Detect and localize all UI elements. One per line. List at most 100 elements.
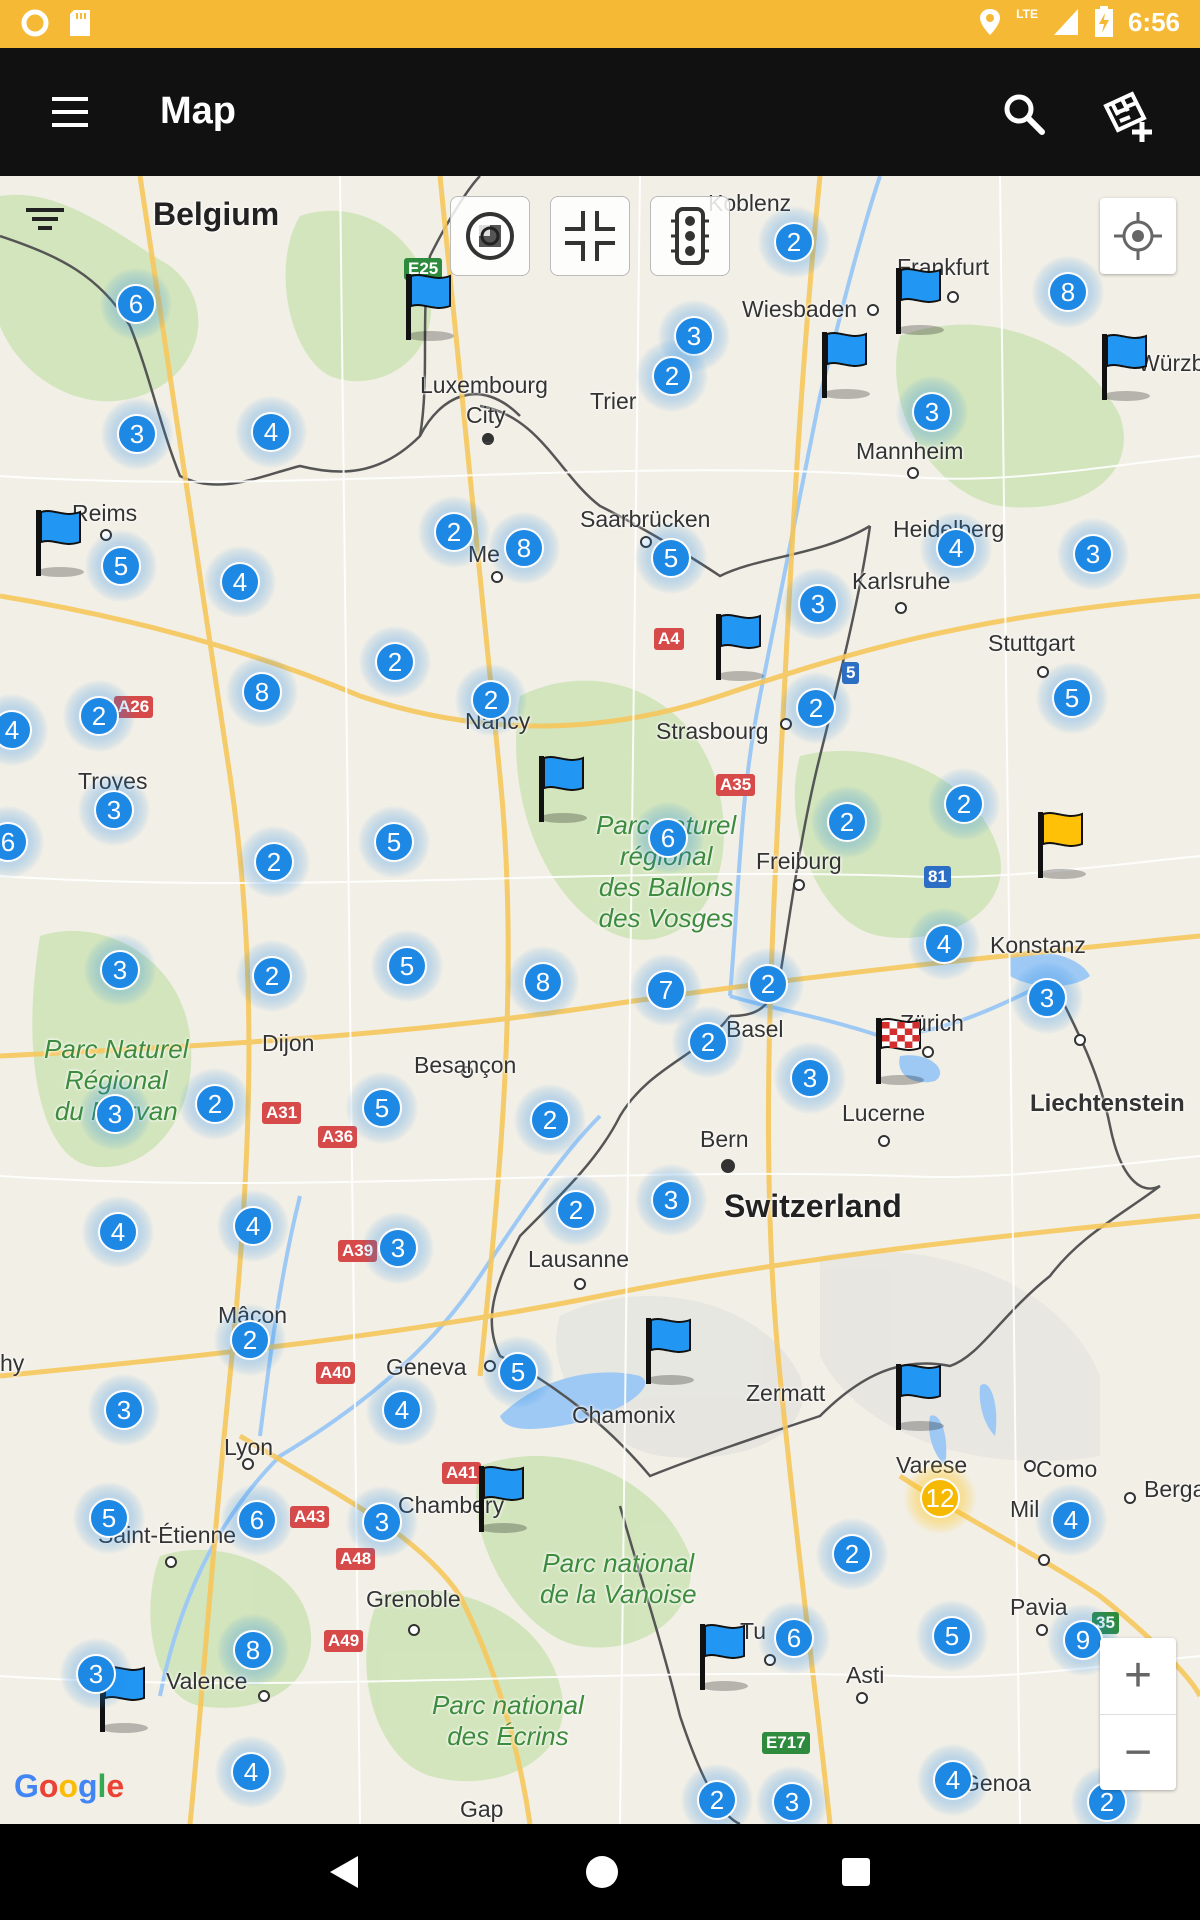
back-icon[interactable]: [326, 1852, 362, 1892]
flag-marker-icon[interactable]: [1032, 808, 1092, 882]
cluster-marker[interactable]: 5: [346, 1072, 418, 1144]
cluster-marker[interactable]: 6: [221, 1484, 293, 1556]
cluster-marker[interactable]: 2: [928, 768, 1000, 840]
cluster-marker[interactable]: 2: [359, 626, 431, 698]
cluster-count: 2: [697, 1780, 737, 1820]
cluster-marker[interactable]: 3: [362, 1212, 434, 1284]
cluster-marker[interactable]: 3: [782, 568, 854, 640]
cluster-marker[interactable]: 2: [418, 496, 490, 568]
speed-camera-button[interactable]: [450, 196, 530, 276]
cluster-marker[interactable]: 3: [346, 1486, 418, 1558]
cluster-marker[interactable]: 4: [217, 1190, 289, 1262]
cluster-marker[interactable]: 2: [214, 1304, 286, 1376]
crosshair-icon: [1114, 212, 1162, 260]
road-label-e717: E717: [762, 1732, 810, 1754]
cluster-marker[interactable]: 3: [88, 1374, 160, 1446]
cluster-marker[interactable]: 2: [816, 1518, 888, 1590]
home-icon[interactable]: [582, 1852, 622, 1892]
cluster-marker[interactable]: 2: [811, 786, 883, 858]
flag-marker-icon[interactable]: [533, 752, 593, 826]
cluster-marker[interactable]: 3: [774, 1042, 846, 1114]
traffic-light-icon: [671, 207, 709, 265]
flag-marker-icon[interactable]: [890, 264, 950, 338]
cluster-marker[interactable]: 3: [635, 1164, 707, 1236]
filter-icon[interactable]: [24, 202, 66, 236]
my-location-button[interactable]: [1100, 198, 1176, 274]
cluster-count: 2: [827, 802, 867, 842]
cluster-marker[interactable]: 2: [758, 206, 830, 278]
cluster-count: 2: [434, 512, 474, 552]
cluster-marker[interactable]: 4: [204, 546, 276, 618]
flag-marker-icon[interactable]: [1096, 330, 1156, 404]
cluster-marker[interactable]: 6: [100, 268, 172, 340]
cluster-marker[interactable]: 6: [632, 802, 704, 874]
cluster-marker[interactable]: 3: [896, 376, 968, 448]
cluster-marker[interactable]: 12: [904, 1462, 976, 1534]
map-view[interactable]: Belgium Switzerland Koblenz Frankfurt Wiesba…: [0, 176, 1200, 1824]
city-label: Grenoble: [366, 1586, 461, 1612]
cluster-marker[interactable]: 3: [60, 1638, 132, 1710]
flag-marker-icon[interactable]: [640, 1314, 700, 1388]
cluster-marker[interactable]: 3: [84, 934, 156, 1006]
city-label: Lyon: [224, 1434, 274, 1460]
cluster-marker[interactable]: 5: [73, 1482, 145, 1554]
flag-marker-icon[interactable]: [710, 610, 770, 684]
finish-flag-icon[interactable]: [870, 1014, 930, 1088]
cluster-marker[interactable]: 3: [1057, 518, 1129, 590]
cluster-marker[interactable]: 4: [235, 396, 307, 468]
hamburger-menu-icon[interactable]: [50, 94, 90, 130]
cluster-marker[interactable]: 2: [514, 1084, 586, 1156]
flag-marker-icon[interactable]: [473, 1462, 533, 1536]
flag-marker-icon[interactable]: [816, 328, 876, 402]
cluster-count: 4: [936, 528, 976, 568]
cluster-marker[interactable]: 2: [780, 672, 852, 744]
add-track-icon[interactable]: [1100, 88, 1156, 144]
cluster-count: 2: [254, 842, 294, 882]
flag-marker-icon[interactable]: [30, 506, 90, 580]
flag-marker-icon[interactable]: [890, 1360, 950, 1434]
cluster-marker[interactable]: 4: [908, 908, 980, 980]
cluster-marker[interactable]: 2: [238, 826, 310, 898]
cluster-marker[interactable]: 2: [732, 948, 804, 1020]
zoom-in-button[interactable]: +: [1100, 1638, 1176, 1715]
cluster-marker[interactable]: 4: [917, 1744, 989, 1816]
cluster-marker[interactable]: 2: [63, 680, 135, 752]
cluster-marker[interactable]: 3: [78, 774, 150, 846]
cluster-marker[interactable]: 2: [179, 1068, 251, 1140]
recent-apps-icon[interactable]: [838, 1854, 874, 1890]
cluster-marker[interactable]: 3: [79, 1078, 151, 1150]
road-closure-button[interactable]: [550, 196, 630, 276]
cluster-marker[interactable]: 8: [226, 656, 298, 728]
cluster-marker[interactable]: 8: [217, 1614, 289, 1686]
cluster-marker[interactable]: 5: [635, 522, 707, 594]
cluster-marker[interactable]: 5: [916, 1600, 988, 1672]
cluster-marker[interactable]: 5: [85, 530, 157, 602]
traffic-button[interactable]: [650, 196, 730, 276]
cluster-marker[interactable]: 5: [482, 1336, 554, 1408]
cluster-marker[interactable]: 4: [82, 1196, 154, 1268]
road-label-a4: A4: [654, 628, 684, 650]
cluster-marker[interactable]: 6: [758, 1602, 830, 1674]
flag-marker-icon[interactable]: [694, 1620, 754, 1694]
cluster-marker[interactable]: 5: [358, 806, 430, 878]
cluster-marker[interactable]: 2: [236, 940, 308, 1012]
cluster-marker[interactable]: 5: [371, 930, 443, 1002]
search-icon[interactable]: [1000, 90, 1048, 138]
flag-marker-icon[interactable]: [400, 270, 460, 344]
cluster-marker[interactable]: 8: [507, 946, 579, 1018]
cluster-marker[interactable]: 8: [488, 512, 560, 584]
cluster-marker[interactable]: 5: [1036, 662, 1108, 734]
cluster-marker[interactable]: 3: [1011, 962, 1083, 1034]
speed-camera-icon: [466, 212, 514, 260]
cluster-marker[interactable]: 4: [215, 1736, 287, 1808]
cluster-marker[interactable]: 2: [455, 664, 527, 736]
cluster-marker[interactable]: 8: [1032, 256, 1104, 328]
cluster-marker[interactable]: 2: [540, 1174, 612, 1246]
zoom-out-button[interactable]: −: [1100, 1715, 1176, 1790]
cluster-marker[interactable]: 2: [672, 1006, 744, 1078]
cluster-marker[interactable]: 2: [636, 340, 708, 412]
cluster-marker[interactable]: 4: [1035, 1484, 1107, 1556]
cluster-marker[interactable]: 3: [101, 398, 173, 470]
cluster-marker[interactable]: 4: [366, 1374, 438, 1446]
cluster-marker[interactable]: 4: [920, 512, 992, 584]
